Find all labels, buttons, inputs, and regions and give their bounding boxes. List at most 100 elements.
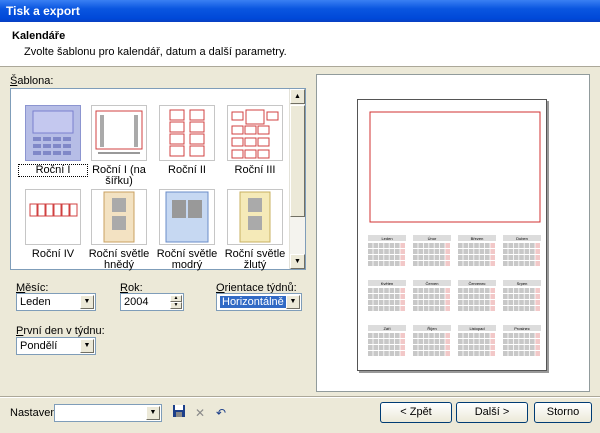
template-item[interactable]: Roční I (na šířku)	[85, 105, 153, 187]
preview-day-cell	[413, 294, 418, 299]
spin-up-icon[interactable]: ▲	[170, 295, 182, 302]
preview-day-cell	[468, 243, 474, 248]
preview-day-cell	[490, 339, 495, 344]
preview-day-cell	[384, 243, 389, 248]
preview-day-cell	[458, 339, 463, 344]
template-item[interactable]: Roční světle hnědý	[85, 189, 153, 271]
preview-day-cell	[384, 339, 389, 344]
window-title-bar[interactable]: Tisk a export	[0, 0, 600, 22]
first-day-value: Pondělí	[20, 340, 58, 352]
preview-day-cell	[400, 351, 405, 356]
scroll-thumb[interactable]	[290, 105, 305, 217]
preview-day-cell	[530, 300, 535, 305]
preview-day-cell	[463, 261, 468, 266]
preview-month-name: Únor	[428, 236, 437, 241]
preview-day-cell	[474, 306, 479, 311]
template-thumbnail	[91, 105, 147, 161]
preview-day-cell	[429, 351, 434, 356]
preview-day-cell	[474, 243, 479, 248]
preview-day-cell	[530, 288, 535, 293]
preview-day-cell	[503, 300, 508, 305]
preview-day-cell	[413, 249, 418, 254]
preview-day-cell	[373, 345, 378, 350]
preview-day-cell	[389, 255, 395, 260]
preview-month: Srpen	[503, 280, 541, 311]
preview-day-cell	[368, 288, 373, 293]
preview-day-cell	[535, 306, 540, 311]
template-scrollbar[interactable]: ▲ ▼	[289, 89, 305, 269]
template-label: Roční II	[168, 164, 206, 176]
preview-day-cell	[524, 261, 530, 266]
page-subtitle: Zvolte šablonu pro kalendář, datum a dal…	[24, 46, 287, 58]
month-select[interactable]: Leden ▼	[16, 293, 96, 311]
next-button[interactable]: Další >	[456, 402, 528, 423]
template-item[interactable]: Roční IV	[19, 189, 87, 260]
back-button[interactable]: < Zpět	[380, 402, 452, 423]
template-thumbnail-image	[32, 110, 74, 155]
template-label: Roční IV	[31, 248, 75, 260]
template-label: Roční světle hnědý	[88, 248, 150, 271]
preview-day-cell	[468, 333, 474, 338]
preview-day-cell	[389, 345, 395, 350]
template-item[interactable]: Roční světle žlutý	[221, 189, 289, 271]
chevron-down-icon[interactable]: ▼	[80, 295, 94, 309]
month-value: Leden	[20, 296, 51, 308]
preview-day-cell	[530, 339, 535, 344]
preview-day-cell	[384, 255, 389, 260]
orientation-value: Horizontálně	[220, 296, 286, 308]
template-item[interactable]: Roční světle modrý	[153, 189, 221, 271]
preview-day-cell	[474, 288, 479, 293]
preview-day-cell	[513, 306, 519, 311]
preview-day-cell	[479, 294, 485, 299]
undo-settings-button[interactable]: ↶	[212, 404, 230, 422]
preview-day-cell	[368, 261, 373, 266]
preview-day-cell	[479, 351, 485, 356]
preview-day-cell	[468, 294, 474, 299]
template-label: Roční světle modrý	[156, 248, 218, 271]
cancel-button[interactable]: Storno	[534, 402, 592, 423]
preview-day-cell	[429, 249, 434, 254]
preview-day-cell	[445, 345, 450, 350]
preview-month-name: Září	[383, 326, 391, 331]
template-list[interactable]: Roční I Roční I (na šířku) Roční II Ročn…	[10, 88, 306, 271]
preview-day-cell	[474, 351, 479, 356]
template-thumbnail	[91, 189, 147, 245]
preview-day-cell	[503, 339, 508, 344]
spin-down-icon[interactable]: ▼	[170, 302, 182, 309]
preview-day-cell	[490, 300, 495, 305]
preview-day-cell	[440, 333, 445, 338]
preview-day-cell	[378, 255, 384, 260]
template-thumbnail-image	[165, 191, 209, 243]
year-stepper[interactable]: 2004 ▲ ▼	[120, 293, 184, 311]
preview-day-cell	[413, 261, 418, 266]
preview-day-cell	[368, 300, 373, 305]
preview-day-cell	[373, 351, 378, 356]
first-day-select[interactable]: Pondělí ▼	[16, 337, 96, 355]
preview-day-cell	[400, 288, 405, 293]
template-item[interactable]: Roční III	[221, 105, 289, 176]
preview-day-cell	[434, 261, 440, 266]
settings-select[interactable]: ▼	[54, 404, 162, 422]
scroll-up-icon[interactable]: ▲	[290, 89, 305, 104]
preview-day-cell	[413, 306, 418, 311]
save-settings-button[interactable]	[170, 404, 188, 422]
window-title: Tisk a export	[6, 4, 80, 18]
template-item[interactable]: Roční I	[18, 105, 88, 177]
template-item[interactable]: Roční II	[153, 105, 221, 176]
delete-settings-button[interactable]: ✕	[191, 404, 209, 422]
preview-day-cell	[479, 306, 485, 311]
scroll-down-icon[interactable]: ▼	[290, 254, 305, 269]
floppy-icon	[173, 405, 185, 417]
chevron-down-icon[interactable]: ▼	[146, 406, 160, 420]
chevron-down-icon[interactable]: ▼	[286, 295, 300, 309]
orientation-select[interactable]: Horizontálně ▼	[216, 293, 302, 311]
preview-day-cell	[503, 333, 508, 338]
preview-day-cell	[378, 345, 384, 350]
preview-day-cell	[474, 333, 479, 338]
preview-day-cell	[395, 261, 400, 266]
preview-day-cell	[485, 300, 490, 305]
preview-day-cell	[384, 345, 389, 350]
preview-day-cell	[445, 339, 450, 344]
chevron-down-icon[interactable]: ▼	[80, 339, 94, 353]
preview-day-cell	[468, 345, 474, 350]
